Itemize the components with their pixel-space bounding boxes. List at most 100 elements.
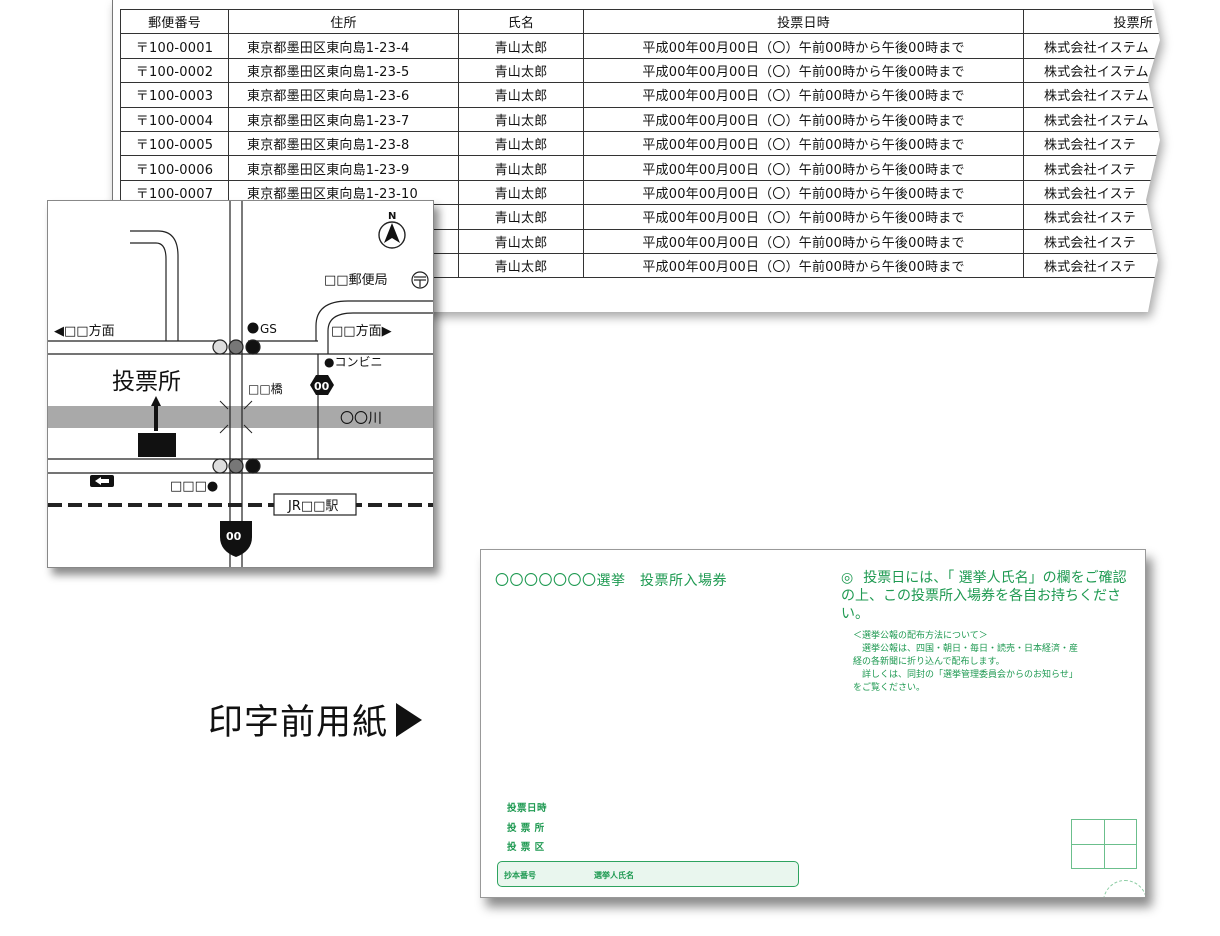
voting-district-field-label: 投 票 区 (507, 842, 545, 853)
name-cell: 青山太郎 (458, 82, 584, 108)
route-number-bottom-label: 00 (226, 530, 242, 543)
postal-code-cell: 〒100-0003 (120, 82, 229, 108)
voting-datetime-cell: 平成00年00月00日（〇）午前00時から午後00時まで (583, 204, 1024, 230)
name-cell: 青山太郎 (458, 179, 584, 206)
post-office-label: □□郵便局 (324, 273, 388, 288)
voter-info-bar: 抄本番号 選挙人氏名 (497, 861, 799, 887)
address-cell: 東京都墨田区東向島1-23-7 (228, 106, 459, 132)
header-address: 住所 (228, 8, 459, 35)
polling-place-cell: 株式会社イステム (1023, 57, 1160, 84)
building-label: □□□● (170, 479, 218, 494)
postal-code-cell: 〒100-0002 (120, 57, 229, 84)
traffic-light-icon (212, 339, 261, 355)
voting-date-field-label: 投票日時 (507, 803, 548, 814)
table-row: 〒100-0001 東京都墨田区東向島1-23-4 青山太郎 平成00年00月00日（… (120, 33, 1160, 59)
river-label: 〇〇川 (340, 411, 382, 427)
voting-notice-text: 投票日には、「 選挙人氏名」の欄をご確認の上、この投票所入場券を各自お持ちくださ… (841, 570, 1127, 622)
name-cell: 青山太郎 (458, 155, 584, 181)
post-office-icon (411, 271, 429, 289)
postal-code-cell: 〒100-0001 (120, 33, 229, 59)
polling-place-cell: 株式会社イステ (1023, 204, 1160, 230)
address-cell: 東京都墨田区東向島1-23-8 (228, 130, 459, 157)
voting-datetime-cell: 平成00年00月00日（〇）午前00時から午後00時まで (583, 252, 1024, 279)
address-cell: 東京都墨田区東向島1-23-5 (228, 57, 459, 84)
voting-notice: ◎ 投票日には、「 選挙人氏名」の欄をご確認の上、この投票所入場券を各自お持ちくだ… (841, 569, 1137, 623)
voter-name-label: 選挙人氏名 (594, 870, 634, 880)
convenience-store-label: ●コンビニ (324, 355, 382, 369)
voting-datetime-cell: 平成00年00月00日（〇）午前00時から午後00時まで (583, 57, 1024, 84)
distribution-line: 選挙公報は、四国・朝日・毎日・読売・日本経済・産 (862, 644, 1079, 654)
polling-place-cell: 株式会社イステ (1023, 252, 1160, 279)
polling-place-cell: 株式会社イステ (1023, 228, 1160, 254)
polling-place-field-label: 投 票 所 (507, 823, 545, 834)
stamp-box (1071, 819, 1137, 869)
polling-place-cell: 株式会社イステム (1023, 33, 1160, 59)
header-polling-place: 投票所 (1023, 8, 1160, 35)
north-arrow-icon (378, 221, 406, 249)
polling-place-cell: 株式会社イステム (1023, 82, 1160, 108)
address-cell: 東京都墨田区東向島1-23-4 (228, 33, 459, 59)
voting-datetime-cell: 平成00年00月00日（〇）午前00時から午後00時まで (583, 179, 1024, 206)
left-arrow-icon (90, 475, 114, 487)
polling-place-cell: 株式会社イステム (1023, 106, 1160, 132)
card-content: 〇〇〇〇〇〇〇選挙 投票所入場券 ◎ 投票日には、「 選挙人氏名」の欄をご確認の上… (481, 550, 1145, 897)
name-cell: 青山太郎 (458, 228, 584, 254)
name-cell: 青山太郎 (458, 106, 584, 132)
postal-code-cell: 〒100-0005 (120, 130, 229, 157)
distribution-line: 詳しくは、同封の「選挙管理委員会からのお知らせ」 (862, 670, 1078, 680)
distribution-heading: ＜選挙公報の配布方法について＞ (853, 631, 988, 641)
polling-place-cell: 株式会社イステ (1023, 155, 1160, 181)
voting-datetime-cell: 平成00年00月00日（〇）午前00時から午後00時まで (583, 82, 1024, 108)
gas-station-marker (247, 322, 259, 334)
gs-label: GS (260, 322, 277, 336)
address-cell: 東京都墨田区東向島1-23-9 (228, 155, 459, 181)
header-name: 氏名 (458, 8, 584, 35)
name-cell: 青山太郎 (458, 33, 584, 59)
station-label: JR□□駅 (287, 499, 338, 514)
register-number-label: 抄本番号 (504, 870, 536, 880)
north-label: N (388, 211, 396, 222)
double-circle-icon: ◎ (841, 570, 854, 586)
voting-datetime-cell: 平成00年00月00日（〇）午前00時から午後00時まで (583, 155, 1024, 181)
map-card: N □□郵便局 GS ◀□□方面 □□方面▶ ●コンビニ 投票所 □□橋 00 … (47, 200, 434, 568)
bridge-label: □□橋 (248, 382, 283, 396)
header-voting-datetime: 投票日時 (583, 8, 1024, 35)
route-sign-icon: 00 (310, 375, 334, 395)
polling-place-building (138, 433, 176, 457)
polling-place-map-label: 投票所 (112, 369, 181, 395)
distribution-line: をご覧ください。 (853, 683, 926, 693)
header-postal-code: 郵便番号 (120, 8, 229, 35)
voting-datetime-cell: 平成00年00月00日（〇）午前00時から午後00時まで (583, 33, 1024, 59)
distribution-info: ＜選挙公報の配布方法について＞ 選挙公報は、四国・朝日・毎日・読売・日本経済・産… (853, 630, 1139, 695)
table-row: 〒100-0003 東京都墨田区東向島1-23-6 青山太郎 平成00年00月00日（… (120, 82, 1160, 108)
name-cell: 青山太郎 (458, 204, 584, 230)
pre-print-paper-label: 印字前用紙 (208, 694, 423, 745)
access-map: N □□郵便局 GS ◀□□方面 □□方面▶ ●コンビニ 投票所 □□橋 00 … (48, 201, 433, 567)
voting-datetime-cell: 平成00年00月00日（〇）午前00時から午後00時まで (583, 228, 1024, 254)
name-cell: 青山太郎 (458, 252, 584, 279)
table-header-row: 郵便番号 住所 氏名 投票日時 投票所 (120, 8, 1160, 35)
table-row: 〒100-0002 東京都墨田区東向島1-23-5 青山太郎 平成00年00月00日（… (120, 57, 1160, 84)
table-row: 〒100-0005 東京都墨田区東向島1-23-8 青山太郎 平成00年00月00日（… (120, 130, 1160, 157)
postal-code-cell: 〒100-0004 (120, 106, 229, 132)
name-cell: 青山太郎 (458, 130, 584, 157)
voting-datetime-cell: 平成00年00月00日（〇）午前00時から午後00時まで (583, 106, 1024, 132)
ticket-title: 〇〇〇〇〇〇〇選挙 投票所入場券 (495, 573, 727, 589)
name-cell: 青山太郎 (458, 57, 584, 84)
distribution-line: 経の各新聞に折り込んで配布します。 (853, 657, 1005, 667)
traffic-light-icon (212, 458, 261, 474)
left-direction-label: ◀□□方面 (54, 323, 115, 339)
polling-place-cell: 株式会社イステ (1023, 130, 1160, 157)
voting-datetime-cell: 平成00年00月00日（〇）午前00時から午後00時まで (583, 130, 1024, 157)
triangle-right-icon (396, 702, 423, 737)
table-row: 〒100-0006 東京都墨田区東向島1-23-9 青山太郎 平成00年00月00日（… (120, 155, 1160, 181)
pre-print-paper-text: 印字前用紙 (208, 703, 389, 743)
admission-ticket-card: 〇〇〇〇〇〇〇選挙 投票所入場券 ◎ 投票日には、「 選挙人氏名」の欄をご確認の上… (480, 549, 1146, 898)
corner-seal-mark (1103, 880, 1145, 897)
route-shield-icon: 00 (220, 521, 252, 557)
polling-place-cell: 株式会社イステ (1023, 179, 1160, 206)
address-cell: 東京都墨田区東向島1-23-6 (228, 82, 459, 108)
table-row: 〒100-0004 東京都墨田区東向島1-23-7 青山太郎 平成00年00月00日（… (120, 106, 1160, 132)
route-number-label: 00 (314, 380, 330, 393)
right-direction-label: □□方面▶ (331, 323, 392, 339)
